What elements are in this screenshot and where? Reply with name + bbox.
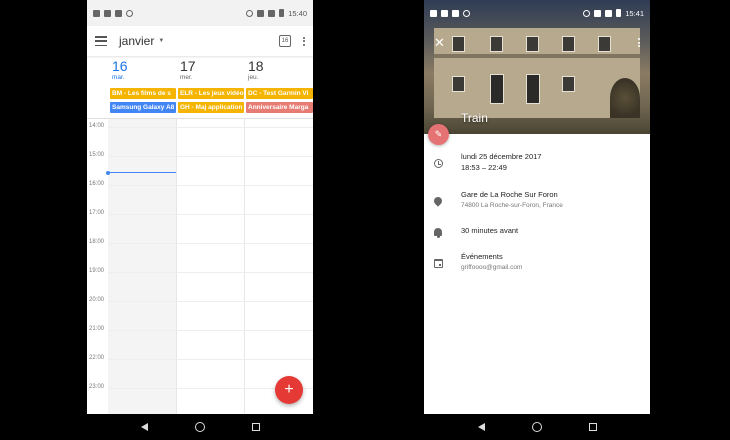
event-date: lundi 25 décembre 2017: [461, 152, 542, 161]
hour-label: 20:00: [89, 297, 105, 303]
day-header-16[interactable]: 16 mar.: [108, 58, 175, 81]
hour-row: 14:00: [87, 123, 313, 129]
status-bar: 15:41: [424, 0, 650, 26]
twitch-icon: [104, 9, 111, 17]
status-time: 15:41: [625, 8, 644, 18]
battery-icon: [616, 9, 622, 17]
signal-icon: [605, 9, 613, 17]
all-day-events: BM - Les films de s Samsung Galaxy A8 EL…: [110, 88, 313, 116]
alarm-icon: [246, 9, 254, 17]
event-chip[interactable]: BM - Les films de s: [110, 88, 176, 99]
navigation-bar: [424, 414, 650, 440]
station-building-image: [434, 28, 640, 118]
notification-icon: [463, 9, 470, 17]
navigation-bar: [87, 414, 313, 440]
image-icon: [452, 9, 459, 17]
menu-icon[interactable]: [95, 36, 107, 46]
location-address[interactable]: 74800 La Roche-sur-Foron, France: [461, 202, 563, 209]
today-column: [108, 119, 176, 414]
hour-label: 23:00: [89, 384, 105, 390]
back-icon[interactable]: [477, 423, 485, 431]
today-button[interactable]: 16: [279, 35, 291, 47]
day-headers: 16 mar. 17 mer. 18 jeu.: [87, 58, 313, 85]
current-time-indicator: [108, 172, 176, 173]
hour-label: 17:00: [89, 210, 105, 216]
home-icon[interactable]: [194, 422, 205, 432]
home-icon[interactable]: [531, 422, 542, 432]
hour-label: 22:00: [89, 355, 105, 361]
hour-label: 14:00: [89, 123, 105, 129]
battery-icon: [279, 9, 285, 17]
day-header-18[interactable]: 18 jeu.: [244, 58, 311, 81]
day-number: 16: [112, 58, 128, 74]
hour-label: 18:00: [89, 239, 105, 245]
back-icon[interactable]: [140, 423, 148, 431]
status-time: 15:40: [288, 8, 307, 18]
event-title: Train: [461, 111, 488, 125]
pause-icon: [430, 9, 437, 17]
calendar-screen: 15:40 janvier ▼ 16 16 mar. 17 mer. 18 je…: [87, 0, 313, 440]
hour-label: 19:00: [89, 268, 105, 274]
dropdown-caret-icon[interactable]: ▼: [158, 38, 164, 44]
hour-row: 16:00: [87, 181, 313, 187]
pause-icon: [93, 9, 100, 17]
hour-label: 21:00: [89, 326, 105, 332]
calendar-icon: [433, 258, 443, 268]
location-name[interactable]: Gare de La Roche Sur Foron: [461, 190, 558, 199]
calendar-name: Événements: [461, 252, 503, 261]
hour-label: 15:00: [89, 152, 105, 158]
clock-icon: [433, 158, 443, 168]
location-pin-icon: [432, 195, 444, 207]
calendar-account: griffoooo@gmail.com: [461, 264, 523, 271]
hour-row: 21:00: [87, 326, 313, 332]
overflow-menu-icon[interactable]: [638, 38, 640, 47]
recent-apps-icon[interactable]: [588, 423, 597, 431]
month-selector[interactable]: janvier: [119, 34, 154, 48]
day-of-week: jeu.: [248, 74, 259, 81]
time-grid[interactable]: 14:00 15:00 16:00 17:00 18:00 19:00 20:0…: [87, 118, 313, 414]
event-chip[interactable]: Samsung Galaxy A8: [110, 102, 176, 113]
wifi-icon: [594, 9, 602, 17]
app-bar: janvier ▼ 16: [87, 26, 313, 56]
hour-row: 22:00: [87, 355, 313, 361]
hour-row: 15:00: [87, 152, 313, 158]
day-header-17[interactable]: 17 mer.: [176, 58, 243, 81]
close-icon[interactable]: ✕: [434, 35, 445, 51]
column-divider: [244, 119, 245, 414]
hour-label: 16:00: [89, 181, 105, 187]
wifi-icon: [257, 9, 265, 17]
recent-apps-icon[interactable]: [251, 423, 260, 431]
day-number: 18: [248, 58, 264, 74]
hour-row: 20:00: [87, 297, 313, 303]
event-time-range: 18:53 – 22:49: [461, 163, 507, 172]
hour-row: 19:00: [87, 268, 313, 274]
event-detail-screen: 15:41 ✕ Train ✎ lundi 25 décembre 2017 1…: [424, 0, 650, 440]
event-header-image: 15:41 ✕ Train: [424, 0, 650, 134]
image-icon: [115, 9, 122, 17]
event-chip[interactable]: DC - Test Garmin Vi: [246, 88, 313, 99]
reminder-text: 30 minutes avant: [461, 226, 519, 235]
hour-row: 18:00: [87, 239, 313, 245]
create-event-button[interactable]: +: [275, 376, 303, 404]
column-divider: [176, 119, 177, 414]
overflow-menu-icon[interactable]: [303, 36, 305, 46]
event-chip[interactable]: GH - Maj application: [178, 102, 244, 113]
edit-event-button[interactable]: ✎: [428, 124, 449, 145]
signal-icon: [268, 9, 276, 17]
status-bar: 15:40: [87, 0, 313, 26]
twitch-icon: [441, 9, 448, 17]
hour-row: 17:00: [87, 210, 313, 216]
alarm-icon: [583, 9, 591, 17]
notification-icon: [126, 9, 133, 17]
day-of-week: mer.: [180, 74, 193, 81]
day-number: 17: [180, 58, 196, 74]
day-of-week: mar.: [112, 74, 125, 81]
event-chip[interactable]: ELR - Les jeux vidéo: [178, 88, 244, 99]
event-chip[interactable]: Anniversaire Marga: [246, 102, 313, 113]
bell-icon: [434, 228, 442, 238]
